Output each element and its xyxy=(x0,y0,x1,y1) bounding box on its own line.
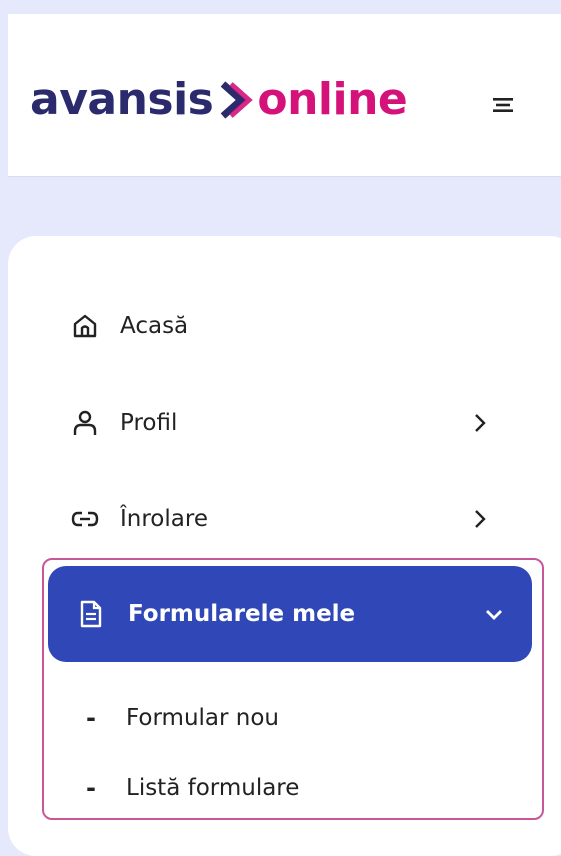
logo-text-avansis: avansis xyxy=(30,74,214,125)
submenu-item-formular-nou[interactable]: - Formular nou xyxy=(86,700,279,736)
top-header: avansis online xyxy=(8,14,561,177)
sidebar-item-label: Profil xyxy=(120,410,178,436)
home-icon xyxy=(70,311,100,341)
sidebar-item-inrolare[interactable]: Înrolare xyxy=(70,499,510,539)
hamburger-menu-icon[interactable] xyxy=(488,90,518,120)
avansis-online-logo[interactable]: avansis online xyxy=(30,68,408,132)
sidebar-item-acasa[interactable]: Acasă xyxy=(70,306,510,346)
submenu-item-label: Listă formulare xyxy=(126,775,300,801)
document-icon xyxy=(76,599,106,629)
sidebar-item-label: Formularele mele xyxy=(128,601,356,627)
sidebar-item-label: Acasă xyxy=(120,313,189,339)
bullet-dash: - xyxy=(86,774,96,802)
logo-chevron-icon xyxy=(221,81,254,119)
chevron-down-icon xyxy=(486,610,502,620)
user-icon xyxy=(70,408,100,438)
submenu-item-lista-formulare[interactable]: - Listă formulare xyxy=(86,770,299,806)
bullet-dash: - xyxy=(86,704,96,732)
sidebar-item-label: Înrolare xyxy=(120,506,208,532)
chevron-right-icon xyxy=(475,414,486,432)
link-icon xyxy=(70,504,100,534)
sidebar-item-formularele-mele[interactable]: Formularele mele xyxy=(48,566,532,662)
chevron-right-icon xyxy=(475,510,486,528)
logo-text-online: online xyxy=(257,74,408,125)
sidebar-item-profil[interactable]: Profil xyxy=(70,403,510,443)
submenu-item-label: Formular nou xyxy=(126,705,279,731)
